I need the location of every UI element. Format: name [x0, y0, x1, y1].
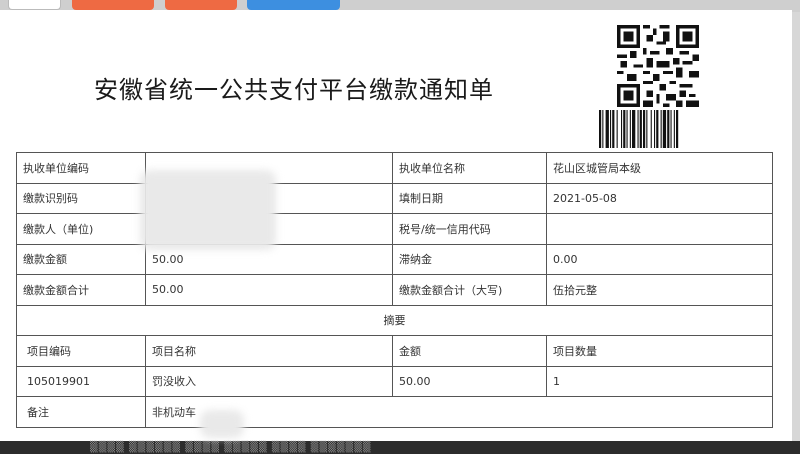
barcode-icon: [599, 110, 679, 148]
item-qty: 1: [546, 365, 773, 397]
table-row: 缴款金额合计 50.00 缴款金额合计（大写) 伍拾元整: [16, 274, 773, 306]
late-fee-label: 滞纳金: [392, 243, 547, 275]
item-name: 罚没收入: [145, 365, 393, 397]
toolbar-button-orange-1[interactable]: [72, 0, 154, 10]
tax-id-value: [546, 213, 773, 245]
scrollbar[interactable]: [792, 12, 800, 442]
unit-name-value: 花山区城管局本级: [546, 152, 773, 184]
unit-name-label: 执收单位名称: [392, 152, 547, 184]
item-code: 105019901: [16, 365, 146, 397]
total-value: 50.00: [145, 274, 393, 306]
notice-table: 执收单位编码 执收单位名称 花山区城管局本级 缴款识别码 …0002681… 填…: [16, 152, 773, 428]
table-row: 项目编码 项目名称 金额 项目数量: [16, 335, 773, 367]
table-row: 摘要: [16, 304, 773, 336]
redaction-blur: [200, 410, 244, 438]
table-row: 105019901 罚没收入 50.00 1: [16, 365, 773, 397]
redaction-blur: [140, 170, 276, 250]
toolbar-button-orange-2[interactable]: [165, 0, 237, 10]
total-label: 缴款金额合计: [16, 274, 146, 306]
toolbar-button-white[interactable]: [8, 0, 61, 10]
total-uppercase-value: 伍拾元整: [546, 274, 773, 306]
summary-header: 摘要: [16, 304, 773, 336]
fill-date-label: 填制日期: [392, 182, 547, 214]
table-row: 缴款金额 50.00 滞纳金 0.00: [16, 243, 773, 275]
amount-label: 缴款金额: [16, 243, 146, 275]
remark-label: 备注: [16, 396, 146, 428]
item-amount: 50.00: [392, 365, 547, 397]
notice-title: 安徽省统一公共支付平台缴款通知单: [94, 76, 494, 104]
qr-code-icon: [617, 25, 699, 107]
table-row: 备注 非机动车: [16, 396, 773, 428]
total-uppercase-label: 缴款金额合计（大写): [392, 274, 547, 306]
table-row: 执收单位编码 执收单位名称 花山区城管局本级: [16, 152, 773, 184]
payer-label: 缴款人（单位): [16, 213, 146, 245]
table-row: 缴款识别码 …0002681… 填制日期 2021-05-08: [16, 182, 773, 214]
item-name-header: 项目名称: [145, 335, 393, 367]
toolbar-button-blue[interactable]: [247, 0, 340, 10]
unit-code-label: 执收单位编码: [16, 152, 146, 184]
table-row: 缴款人（单位) 税号/统一信用代码: [16, 213, 773, 245]
item-qty-header: 项目数量: [546, 335, 773, 367]
late-fee-value: 0.00: [546, 243, 773, 275]
payment-id-label: 缴款识别码: [16, 182, 146, 214]
tax-id-label: 税号/统一信用代码: [392, 213, 547, 245]
fill-date-value: 2021-05-08: [546, 182, 773, 214]
background-text: ▒▒▒▒ ▒▒▒▒▒▒ ▒▒▒▒ ▒▒▒▒▒ ▒▒▒▒ ▒▒▒▒▒▒▒: [90, 442, 372, 453]
item-amount-header: 金额: [392, 335, 547, 367]
item-code-header: 项目编码: [16, 335, 146, 367]
